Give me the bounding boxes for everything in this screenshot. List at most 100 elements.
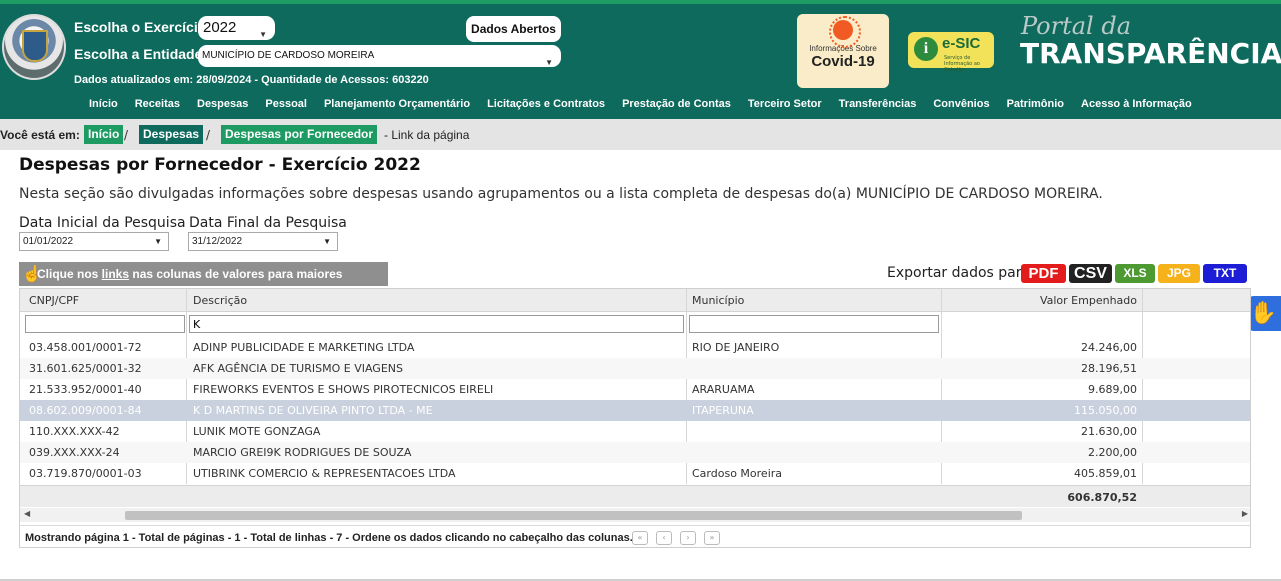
cell-descricao: MARCIO GREI9K RODRIGUES DE SOUZA	[193, 446, 412, 459]
cell-cnpj: 110.XXX.XXX-42	[29, 425, 120, 438]
cell-municipio: RIO DE JANEIRO	[692, 341, 780, 354]
cell-valor[interactable]: 9.689,00	[941, 383, 1137, 396]
page-description: Nesta seção são divulgadas informações s…	[19, 186, 1103, 202]
export-txt-button[interactable]: TXT	[1203, 264, 1247, 283]
nav-item-convenios[interactable]: Convênios	[933, 98, 989, 114]
cell-municipio: Cardoso Moreira	[692, 467, 783, 480]
entidade-select[interactable]: MUNICÍPIO DE CARDOSO MOREIRA ▼	[198, 45, 561, 67]
exercicio-label: Escolha o Exercício:	[74, 19, 211, 35]
dados-abertos-button[interactable]: Dados Abertos	[466, 16, 561, 42]
scrollbar-thumb[interactable]	[125, 511, 1022, 520]
column-header-municipio[interactable]: Município	[692, 294, 744, 307]
cell-cnpj: 03.458.001/0001-72	[29, 341, 142, 354]
column-header-descricao[interactable]: Descrição	[193, 294, 247, 307]
column-header-valor[interactable]: Valor Empenhado	[941, 294, 1137, 307]
cell-cnpj: 03.719.870/0001-03	[29, 467, 142, 480]
entidade-value: MUNICÍPIO DE CARDOSO MOREIRA	[202, 50, 375, 61]
breadcrumb-despesas[interactable]: Despesas	[139, 125, 204, 144]
portal-title-line2: TRANSPARÊNCIA	[1020, 37, 1281, 70]
chevron-down-icon: ▼	[323, 237, 331, 246]
date-end-value: 31/12/2022	[192, 236, 243, 247]
table-header: CNPJ/CPF Descrição Município Valor Empen…	[20, 289, 1250, 312]
horizontal-scrollbar[interactable]: ◀ ▶	[20, 508, 1250, 522]
last-page-button[interactable]: »	[704, 531, 720, 545]
esic-title: e-SIC	[942, 35, 981, 52]
table-row[interactable]: 21.533.952/0001-40 FIREWORKS EVENTOS E SH…	[20, 379, 1250, 400]
nav-item-pessoal[interactable]: Pessoal	[265, 98, 307, 114]
chevron-down-icon: ▼	[259, 30, 267, 39]
nav-item-patrimonio[interactable]: Patrimônio	[1007, 98, 1064, 114]
nav-item-despesas[interactable]: Despesas	[197, 98, 248, 114]
pointer-hand-icon: ☝	[22, 266, 42, 283]
column-header-cnpj[interactable]: CNPJ/CPF	[29, 294, 79, 307]
accessibility-sign-language-icon[interactable]: ✋	[1246, 296, 1281, 331]
nav-item-licitacoes[interactable]: Licitações e Contratos	[487, 98, 605, 114]
esic-button[interactable]: i e-SIC Serviço de Informação ao Cidadão	[908, 32, 994, 73]
table-row[interactable]: 110.XXX.XXX-42 LUNIK MOTE GONZAGA 21.630,0…	[20, 421, 1250, 442]
cell-valor[interactable]: 24.246,00	[941, 341, 1137, 354]
pagination-info: Mostrando página 1 - Total de páginas - …	[25, 532, 633, 544]
exercicio-select[interactable]: 2022 ▼	[198, 16, 275, 40]
export-pdf-button[interactable]: PDF	[1021, 264, 1066, 283]
table-total-row: 606.870,52	[20, 485, 1250, 507]
export-csv-button[interactable]: CSV	[1069, 264, 1112, 283]
site-header: Escolha o Exercício: 2022 ▼ Escolha a En…	[0, 4, 1281, 119]
nav-item-prestacao[interactable]: Prestação de Contas	[622, 98, 731, 114]
cell-descricao: ADINP PUBLICIDADE E MARKETING LTDA	[193, 341, 415, 354]
cell-municipio: ITAPERUNA	[692, 404, 754, 417]
breadcrumb-despesas-fornecedor[interactable]: Despesas por Fornecedor	[221, 125, 378, 144]
next-page-button[interactable]: ›	[680, 531, 696, 545]
date-start-value: 01/01/2022	[23, 236, 74, 247]
nav-item-receitas[interactable]: Receitas	[135, 98, 180, 114]
cell-descricao: FIREWORKS EVENTOS E SHOWS PIROTECNICOS E…	[193, 383, 494, 396]
cell-valor[interactable]: 28.196,51	[941, 362, 1137, 375]
date-end-select[interactable]: 31/12/2022 ▼	[188, 232, 338, 251]
table-row[interactable]: 039.XXX.XXX-24 MARCIO GREI9K RODRIGUES DE…	[20, 442, 1250, 463]
cell-cnpj: 21.533.952/0001-40	[29, 383, 142, 396]
cell-valor[interactable]: 21.630,00	[941, 425, 1137, 438]
export-xls-button[interactable]: XLS	[1115, 264, 1155, 283]
cell-cnpj: 039.XXX.XXX-24	[29, 446, 120, 459]
portal-title-line1: Portal da	[1021, 12, 1132, 40]
cell-valor[interactable]: 2.200,00	[941, 446, 1137, 459]
link-pagina[interactable]: - Link da página	[384, 128, 469, 142]
page-title: Despesas por Fornecedor - Exercício 2022	[19, 155, 421, 175]
prev-page-button[interactable]: ‹	[656, 531, 672, 545]
total-valor: 606.870,52	[1067, 491, 1137, 504]
cell-descricao: LUNIK MOTE GONZAGA	[193, 425, 321, 438]
table-row[interactable]: 08.602.009/0001-84 K D MARTINS DE OLIVEIR…	[20, 400, 1250, 421]
exercicio-value: 2022	[203, 19, 237, 36]
scroll-left-icon[interactable]: ◀	[24, 509, 30, 518]
table-row[interactable]: 31.601.625/0001-32 AFK AGÊNCIA DE TURISMO…	[20, 358, 1250, 379]
covid-big-label: Covid-19	[811, 53, 875, 70]
scroll-right-icon[interactable]: ▶	[1242, 509, 1248, 518]
hint-link[interactable]: links	[102, 267, 129, 281]
first-page-button[interactable]: «	[632, 531, 648, 545]
nav-item-inicio[interactable]: Início	[89, 98, 118, 114]
breadcrumb-separator: /	[206, 128, 211, 142]
main-nav: Início Receitas Despesas Pessoal Planeja…	[89, 98, 1209, 114]
hint-text-pre: Clique nos	[37, 267, 102, 281]
export-label: Exportar dados para:	[887, 265, 1035, 281]
nav-item-terceiro-setor[interactable]: Terceiro Setor	[748, 98, 822, 114]
virus-icon	[829, 16, 861, 48]
cell-valor[interactable]: 115.050,00	[941, 404, 1137, 417]
updated-info: Dados atualizados em: 28/09/2024 - Quant…	[74, 74, 429, 86]
nav-item-acesso-informacao[interactable]: Acesso à Informação	[1081, 98, 1192, 114]
values-hint-banner: ☝ Clique nos links nas colunas de valore…	[19, 262, 388, 305]
cell-valor[interactable]: 405.859,01	[941, 467, 1137, 480]
export-jpg-button[interactable]: JPG	[1158, 264, 1200, 283]
table-row[interactable]: 03.458.001/0001-72 ADINP PUBLICIDADE E MA…	[20, 337, 1250, 358]
nav-item-transferencias[interactable]: Transferências	[839, 98, 917, 114]
date-start-select[interactable]: 01/01/2022 ▼	[19, 232, 169, 251]
table-row[interactable]: 03.719.870/0001-03 UTIBRINK COMERCIO & RE…	[20, 463, 1250, 484]
filter-descricao-input[interactable]	[189, 315, 684, 333]
filter-municipio-input[interactable]	[689, 315, 939, 333]
covid-info-button[interactable]: Informações Sobre Covid-19	[797, 14, 889, 88]
nav-item-planejamento[interactable]: Planejamento Orçamentário	[324, 98, 470, 114]
esic-subtitle: Serviço de Informação ao Cidadão	[944, 55, 980, 73]
cell-descricao: K D MARTINS DE OLIVEIRA PINTO LTDA - ME	[193, 404, 433, 417]
filter-cnpj-input[interactable]	[25, 315, 185, 333]
breadcrumb-inicio[interactable]: Início	[84, 125, 124, 144]
date-end-label: Data Final da Pesquisa	[189, 215, 347, 231]
